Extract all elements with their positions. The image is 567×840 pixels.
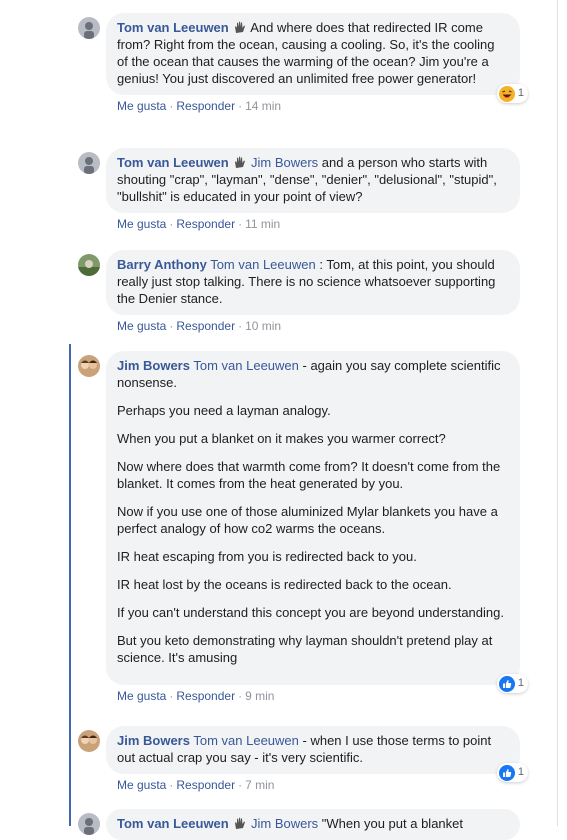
- comment-2: Tom van Leeuwen Jim Bowers and a person …: [78, 148, 553, 231]
- reaction-count: 1: [517, 677, 524, 689]
- avatar[interactable]: [78, 152, 100, 174]
- comment-3: Barry Anthony Tom van Leeuwen : Tom, at …: [78, 250, 553, 333]
- reaction-summary[interactable]: 1: [496, 763, 528, 782]
- reply-link[interactable]: Responder: [176, 689, 235, 703]
- reply-link[interactable]: Responder: [176, 99, 235, 113]
- reply-link[interactable]: Responder: [176, 217, 235, 231]
- waving-hand-icon: [233, 21, 246, 34]
- waving-hand-icon: [233, 817, 246, 830]
- comment-paragraph: But you keto demonstrating why layman sh…: [117, 633, 493, 665]
- avatar[interactable]: [78, 355, 100, 377]
- avatar[interactable]: [78, 730, 100, 752]
- comment-author[interactable]: Jim Bowers: [117, 733, 190, 748]
- comment-bubble: Jim Bowers Tom van Leeuwen - again you s…: [106, 351, 528, 693]
- comment-first-paragraph: Jim Bowers Tom van Leeuwen - again you s…: [117, 357, 508, 391]
- comment-paragraph: IR heat lost by the oceans is redirected…: [117, 577, 452, 592]
- reaction-count: 1: [517, 87, 524, 99]
- comment-text: "When you put a blanket: [321, 816, 464, 831]
- comment-bubble: Barry Anthony Tom van Leeuwen : Tom, at …: [106, 250, 520, 315]
- comment-paragraph: Now where does that warmth come from? It…: [117, 459, 501, 491]
- comment-paragraph: Perhaps you need a layman analogy.: [117, 403, 331, 418]
- like-link[interactable]: Me gusta: [117, 319, 166, 333]
- comment-time[interactable]: 7 min: [245, 778, 274, 792]
- comment-paragraph: Now if you use one of those aluminized M…: [117, 504, 498, 536]
- comment-bubble: Jim Bowers Tom van Leeuwen - when I use …: [106, 726, 528, 782]
- comment-1: Tom van Leeuwen And where does that redi…: [78, 13, 553, 113]
- like-thumb-icon: [498, 675, 515, 692]
- comment-actions: Me gusta · Responder · 9 min: [117, 689, 275, 703]
- comment-mention[interactable]: Tom van Leeuwen: [210, 257, 316, 272]
- waving-hand-icon: [233, 156, 246, 169]
- reply-link[interactable]: Responder: [176, 319, 235, 333]
- comment-actions: Me gusta · Responder · 14 min: [117, 99, 282, 113]
- comment-author[interactable]: Barry Anthony: [117, 257, 207, 272]
- comment-5: Jim Bowers Tom van Leeuwen - when I use …: [78, 726, 553, 792]
- comment-time[interactable]: 11 min: [245, 217, 280, 231]
- comment-paragraph: If you can't understand this concept you…: [117, 605, 504, 620]
- page-edge-divider: [557, 0, 558, 826]
- like-link[interactable]: Me gusta: [117, 217, 166, 231]
- comment-mention[interactable]: Tom van Leeuwen: [193, 733, 299, 748]
- like-link[interactable]: Me gusta: [117, 99, 166, 113]
- comment-actions: Me gusta · Responder · 7 min: [117, 778, 275, 792]
- comment-6: Tom van Leeuwen Jim Bowers "When you put…: [78, 809, 553, 840]
- comment-time[interactable]: 9 min: [245, 689, 274, 703]
- comment-paragraph: When you put a blanket on it makes you w…: [117, 431, 446, 446]
- comment-paragraph: IR heat escaping from you is redirected …: [117, 549, 417, 564]
- comment-author[interactable]: Tom van Leeuwen: [117, 155, 229, 170]
- comment-bubble: Tom van Leeuwen And where does that redi…: [106, 13, 528, 103]
- comment-author[interactable]: Jim Bowers: [117, 358, 190, 373]
- reply-thread-line: [69, 344, 71, 826]
- like-thumb-icon: [498, 764, 515, 781]
- laugh-emoji-icon: [498, 85, 515, 102]
- avatar[interactable]: [78, 254, 100, 276]
- comment-mention[interactable]: Jim Bowers: [251, 155, 318, 170]
- reply-link[interactable]: Responder: [176, 778, 235, 792]
- comment-author[interactable]: Tom van Leeuwen: [117, 816, 229, 831]
- reaction-summary[interactable]: 1: [496, 674, 528, 693]
- comment-time[interactable]: 10 min: [245, 319, 281, 333]
- comment-actions: Me gusta · Responder · 10 min: [117, 319, 282, 333]
- avatar[interactable]: [78, 813, 100, 835]
- avatar[interactable]: [78, 17, 100, 39]
- like-link[interactable]: Me gusta: [117, 778, 166, 792]
- reaction-count: 1: [517, 766, 524, 778]
- comment-4: Jim Bowers Tom van Leeuwen - again you s…: [78, 351, 553, 703]
- comment-author[interactable]: Tom van Leeuwen: [117, 20, 229, 35]
- comment-bubble: Tom van Leeuwen Jim Bowers "When you put…: [106, 809, 520, 840]
- comment-mention[interactable]: Tom van Leeuwen: [193, 358, 299, 373]
- comment-actions: Me gusta · Responder · 11 min: [117, 217, 281, 231]
- reaction-summary[interactable]: 1: [496, 84, 528, 103]
- comment-mention[interactable]: Jim Bowers: [251, 816, 318, 831]
- comment-bubble: Tom van Leeuwen Jim Bowers and a person …: [106, 148, 520, 213]
- like-link[interactable]: Me gusta: [117, 689, 166, 703]
- comment-time[interactable]: 14 min: [245, 99, 281, 113]
